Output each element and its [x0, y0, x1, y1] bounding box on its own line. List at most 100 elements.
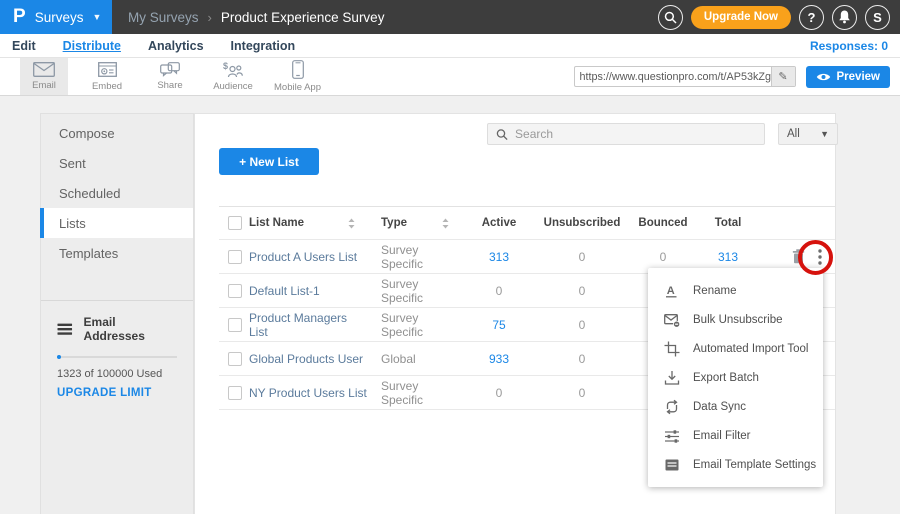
column-type: Type — [381, 217, 407, 229]
list-filter-dropdown[interactable]: All ▼ — [778, 123, 838, 145]
user-avatar[interactable]: S — [865, 5, 890, 30]
list-search-box[interactable] — [487, 123, 765, 145]
channel-email[interactable]: Email — [20, 58, 68, 95]
channel-label: Share — [157, 80, 182, 91]
survey-section-nav: Edit Distribute Analytics Integration Re… — [0, 34, 900, 58]
menu-item-email-filter[interactable]: Email Filter — [648, 421, 823, 450]
channel-embed[interactable]: Embed — [83, 58, 131, 95]
select-all-checkbox[interactable] — [228, 216, 242, 230]
list-name-link[interactable]: Product A Users List — [249, 250, 367, 264]
search-input[interactable] — [515, 127, 756, 141]
sidebar-item-scheduled[interactable]: Scheduled — [41, 178, 193, 208]
email-icon — [33, 62, 55, 77]
unsubscribed-count: 0 — [537, 352, 627, 366]
tab-analytics[interactable]: Analytics — [148, 39, 204, 53]
new-list-button[interactable]: + New List — [219, 148, 319, 175]
eye-icon — [816, 72, 831, 82]
tab-edit[interactable]: Edit — [12, 39, 36, 53]
column-list-name: List Name — [249, 217, 304, 229]
share-icon — [160, 62, 180, 77]
list-name-link[interactable]: NY Product Users List — [249, 386, 367, 400]
surveys-app-menu[interactable]: P Surveys ▼ — [0, 0, 112, 34]
list-type: Survey Specific — [367, 277, 461, 305]
breadcrumb-current-survey: Product Experience Survey — [221, 10, 385, 25]
menu-item-label: Rename — [693, 285, 736, 297]
bounced-count: 0 — [627, 250, 699, 264]
list-name-link[interactable]: Global Products User — [249, 352, 367, 366]
sidebar-item-templates[interactable]: Templates — [41, 238, 193, 268]
row-checkbox[interactable] — [228, 386, 242, 400]
list-name-link[interactable]: Product Managers List — [249, 311, 367, 339]
total-count[interactable]: 313 — [699, 250, 757, 264]
responses-count[interactable]: Responses: 0 — [810, 39, 888, 53]
menu-item-email-template-settings[interactable]: Email Template Settings — [648, 450, 823, 479]
channel-label: Email — [32, 80, 56, 91]
notifications-button[interactable] — [832, 5, 857, 30]
table-header-row: List Name Type Active Unsubscribed Bounc… — [219, 206, 835, 240]
usage-progress-fill — [57, 355, 61, 359]
unsubscribed-count: 0 — [537, 318, 627, 332]
menu-item-automated-import-tool[interactable]: Automated Import Tool — [648, 334, 823, 363]
edit-url-button[interactable]: ✎ — [771, 67, 795, 86]
sort-icon[interactable] — [442, 218, 449, 229]
channel-tabs: Email Embed Share $ Audience Mobile App — [20, 58, 338, 95]
active-count[interactable]: 75 — [461, 318, 537, 332]
global-search-button[interactable] — [658, 5, 683, 30]
chevron-down-icon: ▼ — [92, 12, 101, 22]
unsubscribed-count: 0 — [537, 386, 627, 400]
row-more-actions-button[interactable] — [818, 249, 822, 265]
list-actions-context-menu: A Rename Bulk Unsubscribe Automated Impo… — [648, 268, 823, 487]
email-filter-icon — [664, 428, 680, 444]
channel-mobile-app[interactable]: Mobile App — [272, 58, 323, 95]
upgrade-now-button[interactable]: Upgrade Now — [691, 6, 791, 29]
survey-url-field[interactable]: https://www.questionpro.com/t/AP53kZgfo … — [574, 66, 796, 87]
row-checkbox[interactable] — [228, 284, 242, 298]
mobile-app-icon — [292, 60, 304, 79]
chevron-down-icon: ▼ — [820, 129, 829, 139]
sidebar-item-lists[interactable]: Lists — [41, 208, 193, 238]
sort-icon[interactable] — [348, 218, 355, 229]
survey-url-text: https://www.questionpro.com/t/AP53kZgfo — [575, 71, 771, 83]
row-checkbox[interactable] — [228, 318, 242, 332]
active-count[interactable]: 313 — [461, 250, 537, 264]
sidebar-item-sent[interactable]: Sent — [41, 148, 193, 178]
breadcrumb: My Surveys › Product Experience Survey — [128, 10, 384, 25]
list-stack-icon — [57, 323, 73, 336]
preview-button[interactable]: Preview — [806, 66, 890, 88]
email-sidebar: Compose Sent Scheduled Lists Templates E… — [40, 113, 194, 514]
row-checkbox[interactable] — [228, 250, 242, 264]
active-count: 0 — [461, 386, 537, 400]
list-type: Global — [367, 352, 461, 366]
upgrade-limit-link[interactable]: UPGRADE LIMIT — [57, 387, 177, 399]
column-bounced: Bounced — [627, 217, 699, 229]
menu-item-data-sync[interactable]: Data Sync — [648, 392, 823, 421]
breadcrumb-my-surveys[interactable]: My Surveys — [128, 10, 199, 25]
topbar-actions: Upgrade Now ? S — [658, 5, 900, 30]
preview-label: Preview — [837, 71, 880, 83]
list-name-link[interactable]: Default List-1 — [249, 284, 367, 298]
channel-label: Mobile App — [274, 82, 321, 93]
questionpro-logo-icon: P — [13, 6, 26, 28]
delete-list-button[interactable] — [792, 249, 805, 264]
menu-item-label: Export Batch — [693, 372, 759, 384]
trash-icon — [792, 249, 805, 264]
menu-item-export-batch[interactable]: Export Batch — [648, 363, 823, 392]
email-addresses-title: Email Addresses — [84, 315, 177, 343]
tab-integration[interactable]: Integration — [231, 39, 296, 53]
sidebar-item-compose[interactable]: Compose — [41, 118, 193, 148]
data-sync-icon — [664, 399, 680, 415]
channel-audience[interactable]: $ Audience — [209, 58, 257, 95]
menu-item-label: Automated Import Tool — [693, 343, 809, 355]
row-checkbox[interactable] — [228, 352, 242, 366]
tab-distribute[interactable]: Distribute — [63, 39, 121, 53]
embed-icon — [98, 62, 117, 78]
menu-item-label: Email Template Settings — [693, 459, 816, 471]
channel-share[interactable]: Share — [146, 58, 194, 95]
help-button[interactable]: ? — [799, 5, 824, 30]
active-count[interactable]: 933 — [461, 352, 537, 366]
export-batch-icon — [664, 370, 680, 386]
top-header-bar: P Surveys ▼ My Surveys › Product Experie… — [0, 0, 900, 34]
menu-item-rename[interactable]: A Rename — [648, 276, 823, 305]
svg-text:$: $ — [223, 61, 228, 71]
menu-item-bulk-unsubscribe[interactable]: Bulk Unsubscribe — [648, 305, 823, 334]
